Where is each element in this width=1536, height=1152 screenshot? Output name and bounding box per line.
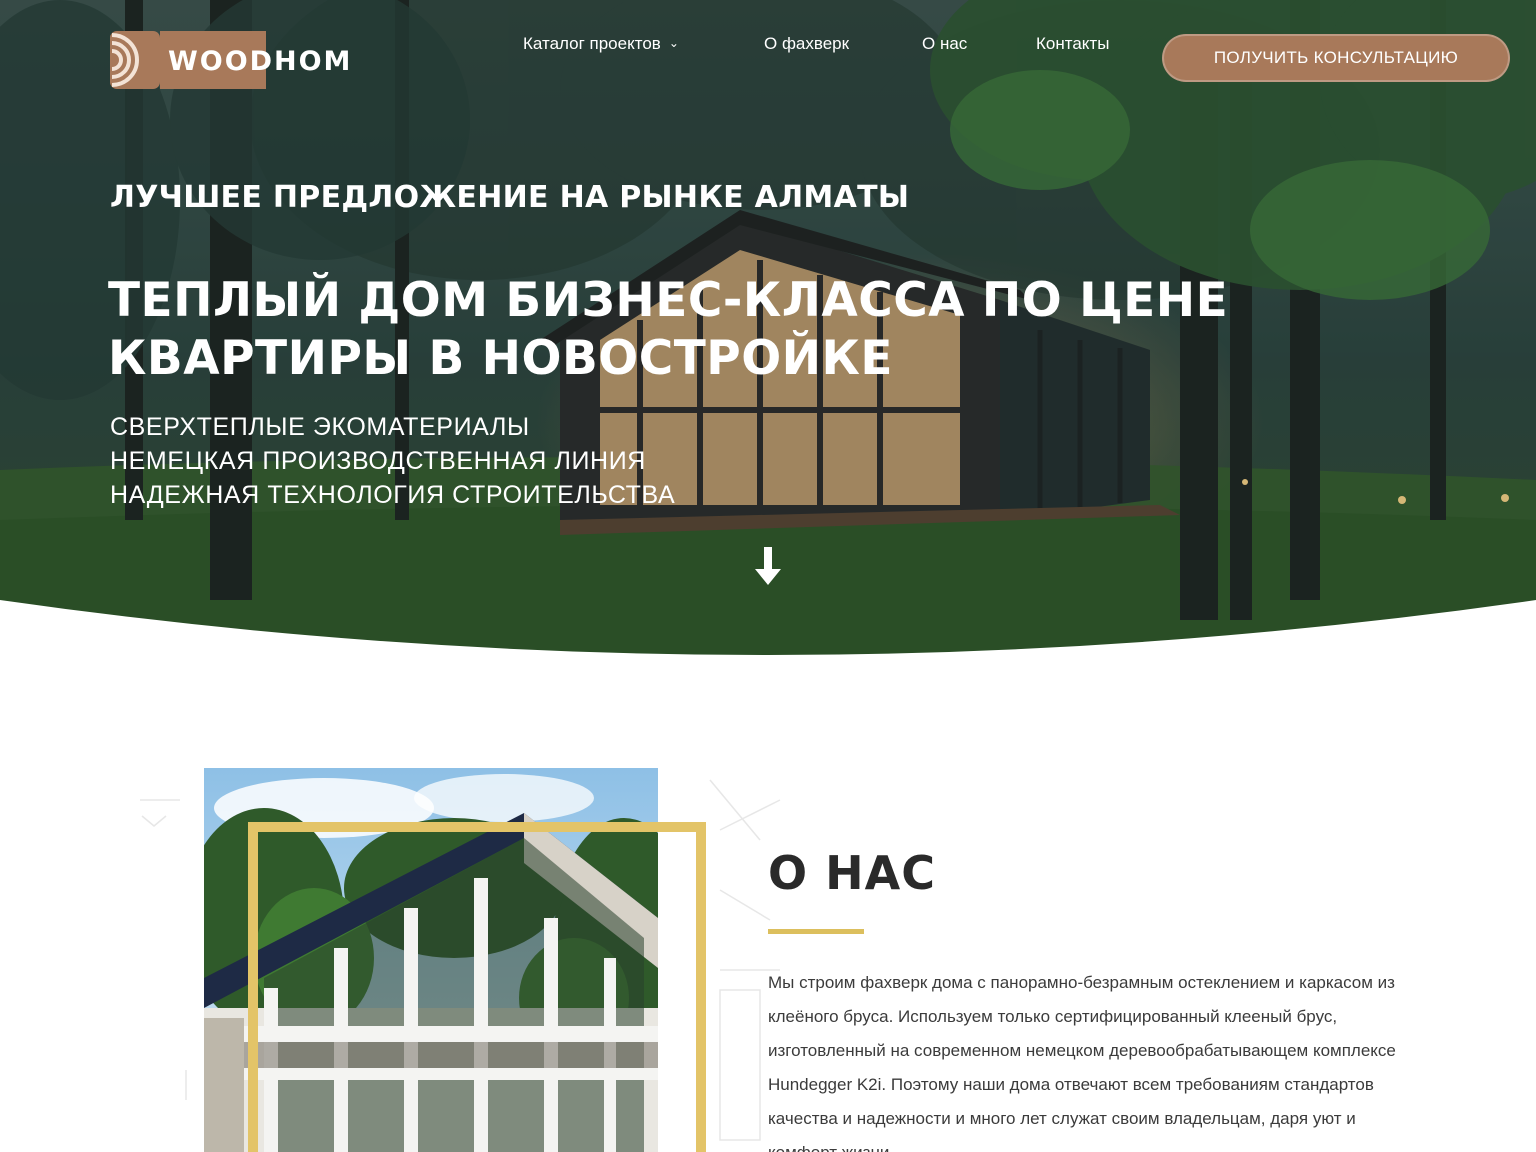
- nav-item-label: О нас: [922, 34, 968, 53]
- about-title: О НАС: [768, 846, 936, 900]
- hero-headline-line: КВАРТИРЫ В НОВОСТРОЙКЕ: [108, 331, 894, 386]
- site-logo[interactable]: WOOD HOME: [110, 30, 350, 90]
- svg-text:HOME: HOME: [274, 46, 350, 77]
- nav-item-label: Каталог проектов: [523, 34, 661, 53]
- chevron-down-icon: ⌄: [668, 36, 679, 50]
- about-paragraph: Мы строим фахверк дома с панорамно-безра…: [768, 973, 1396, 1152]
- nav-item-label: О фахверк: [764, 34, 850, 53]
- feature-item: СВЕРХТЕПЛЫЕ ЭКОМАТЕРИАЛЫ: [110, 413, 530, 441]
- nav-item-about[interactable]: О нас: [922, 34, 967, 54]
- logo-wordmark: WOOD HOME: [160, 31, 350, 89]
- gold-frame-decoration: [248, 822, 706, 1152]
- hero-features-list: СВЕРХТЕПЛЫЕ ЭКОМАТЕРИАЛЫ НЕМЕЦКАЯ ПРОИЗВ…: [110, 410, 675, 512]
- feature-item: НЕМЕЦКАЯ ПРОИЗВОДСТВЕННАЯ ЛИНИЯ: [110, 447, 646, 475]
- hero-headline-line: ТЕПЛЫЙ ДОМ БИЗНЕС-КЛАССА ПО ЦЕНЕ: [108, 273, 1229, 328]
- hero-bottom-curve: [0, 600, 1536, 660]
- svg-text:WOOD: WOOD: [168, 46, 274, 77]
- hero-section: WOOD HOME Каталог проектов ⌄ О фахверк О …: [0, 0, 1536, 660]
- nav-item-catalog[interactable]: Каталог проектов ⌄: [523, 34, 679, 54]
- about-title-underline: [768, 929, 864, 934]
- nav-item-contacts[interactable]: Контакты: [1036, 34, 1109, 54]
- logo-mark-icon: [110, 31, 160, 89]
- hero-kicker: ЛУЧШЕЕ ПРЕДЛОЖЕНИЕ НА РЫНКЕ АЛМАТЫ: [110, 180, 910, 215]
- consultation-button[interactable]: ПОЛУЧИТЬ КОНСУЛЬТАЦИЮ: [1162, 34, 1510, 82]
- nav-item-label: Контакты: [1036, 34, 1110, 53]
- feature-item: НАДЕЖНАЯ ТЕХНОЛОГИЯ СТРОИТЕЛЬСТВА: [110, 481, 676, 509]
- nav-item-fachwerk[interactable]: О фахверк: [764, 34, 849, 54]
- hero-headline: ТЕПЛЫЙ ДОМ БИЗНЕС-КЛАССА ПО ЦЕНЕ КВАРТИР…: [108, 272, 1258, 388]
